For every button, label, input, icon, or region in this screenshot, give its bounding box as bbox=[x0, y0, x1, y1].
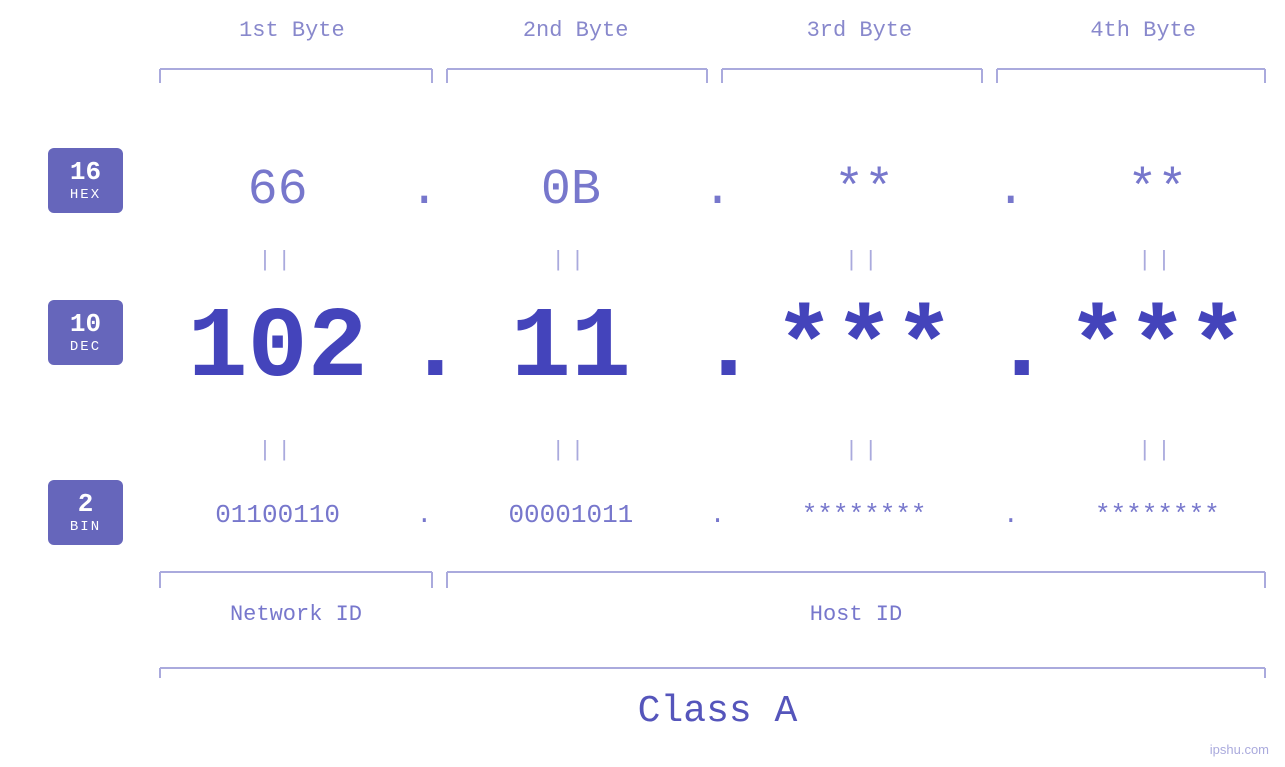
hex-b4: ** bbox=[1127, 162, 1187, 219]
bottom-brackets: Network ID Host ID bbox=[150, 570, 1285, 650]
dec-b3: *** bbox=[774, 293, 954, 406]
bin-row: 01100110 . 00001011 . ******** . *******… bbox=[150, 470, 1285, 560]
hex-sep3: . bbox=[996, 162, 1026, 219]
dec-badge: 10 DEC bbox=[48, 300, 123, 365]
bin-sep3: . bbox=[1003, 500, 1019, 530]
network-id-text: Network ID bbox=[230, 602, 362, 627]
equals-1-b3: || bbox=[845, 248, 883, 273]
equals-1-b4: || bbox=[1138, 248, 1176, 273]
dec-b2: 11 bbox=[511, 293, 631, 406]
byte2-header: 2nd Byte bbox=[434, 18, 718, 43]
bin-b2: 00001011 bbox=[508, 500, 633, 530]
host-id-text: Host ID bbox=[810, 602, 902, 627]
top-brackets bbox=[150, 55, 1285, 85]
bin-sep1: . bbox=[416, 500, 432, 530]
byte1-header: 1st Byte bbox=[150, 18, 434, 43]
byte-headers: 1st Byte 2nd Byte 3rd Byte 4th Byte bbox=[150, 18, 1285, 43]
bin-b4: ******** bbox=[1095, 500, 1220, 530]
equals-2-b4: || bbox=[1138, 438, 1176, 463]
dec-b4: *** bbox=[1067, 293, 1247, 406]
bin-b3: ******** bbox=[802, 500, 927, 530]
hex-sep2: . bbox=[702, 162, 732, 219]
equals-1-b2: || bbox=[552, 248, 590, 273]
bin-badge: 2 BIN bbox=[48, 480, 123, 545]
hex-badge: 16 HEX bbox=[48, 148, 123, 213]
bin-sep2: . bbox=[710, 500, 726, 530]
hex-b1: 66 bbox=[248, 162, 308, 219]
hex-sep1: . bbox=[409, 162, 439, 219]
equals-2-b2: || bbox=[552, 438, 590, 463]
equals-row-1: || || || || bbox=[150, 240, 1285, 280]
class-bracket bbox=[150, 658, 1285, 678]
equals-1-b1: || bbox=[258, 248, 296, 273]
class-label: Class A bbox=[150, 690, 1285, 733]
byte4-header: 4th Byte bbox=[1001, 18, 1285, 43]
hex-row: 66 . 0B . ** . ** bbox=[150, 148, 1285, 233]
equals-row-2: || || || || bbox=[150, 430, 1285, 470]
dec-b1: 102 bbox=[188, 293, 368, 406]
equals-2-b1: || bbox=[258, 438, 296, 463]
watermark: ipshu.com bbox=[1210, 742, 1269, 757]
equals-2-b3: || bbox=[845, 438, 883, 463]
dec-row: 102 . 11 . *** . *** bbox=[150, 280, 1285, 420]
hex-b2: 0B bbox=[541, 162, 601, 219]
hex-b3: ** bbox=[834, 162, 894, 219]
page: 1st Byte 2nd Byte 3rd Byte 4th Byte 1 bbox=[0, 0, 1285, 767]
bin-b1: 01100110 bbox=[215, 500, 340, 530]
byte3-header: 3rd Byte bbox=[718, 18, 1002, 43]
